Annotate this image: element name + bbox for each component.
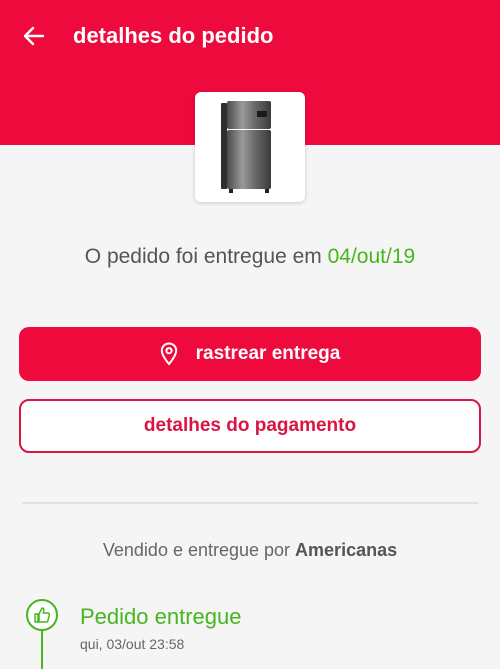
timeline-line (41, 626, 43, 669)
refrigerator-image (221, 101, 271, 193)
product-image-card[interactable] (195, 92, 305, 202)
status-text: O pedido foi entregue em (84, 245, 328, 268)
timeline-event-time: qui, 03/out 23:58 (80, 636, 185, 652)
timeline-event-title: Pedido entregue (80, 604, 242, 629)
delivery-status: O pedido foi entregue em 04/out/19 (0, 243, 500, 271)
arrow-left-icon (23, 26, 45, 46)
seller-name: Americanas (295, 540, 398, 560)
delivery-date: 04/out/19 (327, 245, 416, 268)
page-title: detalhes do pedido (73, 23, 274, 48)
location-pin-icon (160, 342, 178, 366)
seller-info: Vendido e entregue por Americanas (0, 538, 500, 562)
back-button[interactable] (20, 22, 48, 50)
track-delivery-button[interactable]: rastrear entrega (19, 327, 481, 381)
thumbs-up-icon (26, 599, 58, 631)
section-divider (22, 502, 478, 504)
seller-prefix: Vendido e entregue por (102, 540, 296, 560)
payment-details-button[interactable]: detalhes do pagamento (19, 399, 481, 453)
payment-details-label: detalhes do pagamento (143, 415, 357, 436)
track-delivery-label: rastrear entrega (195, 343, 341, 364)
